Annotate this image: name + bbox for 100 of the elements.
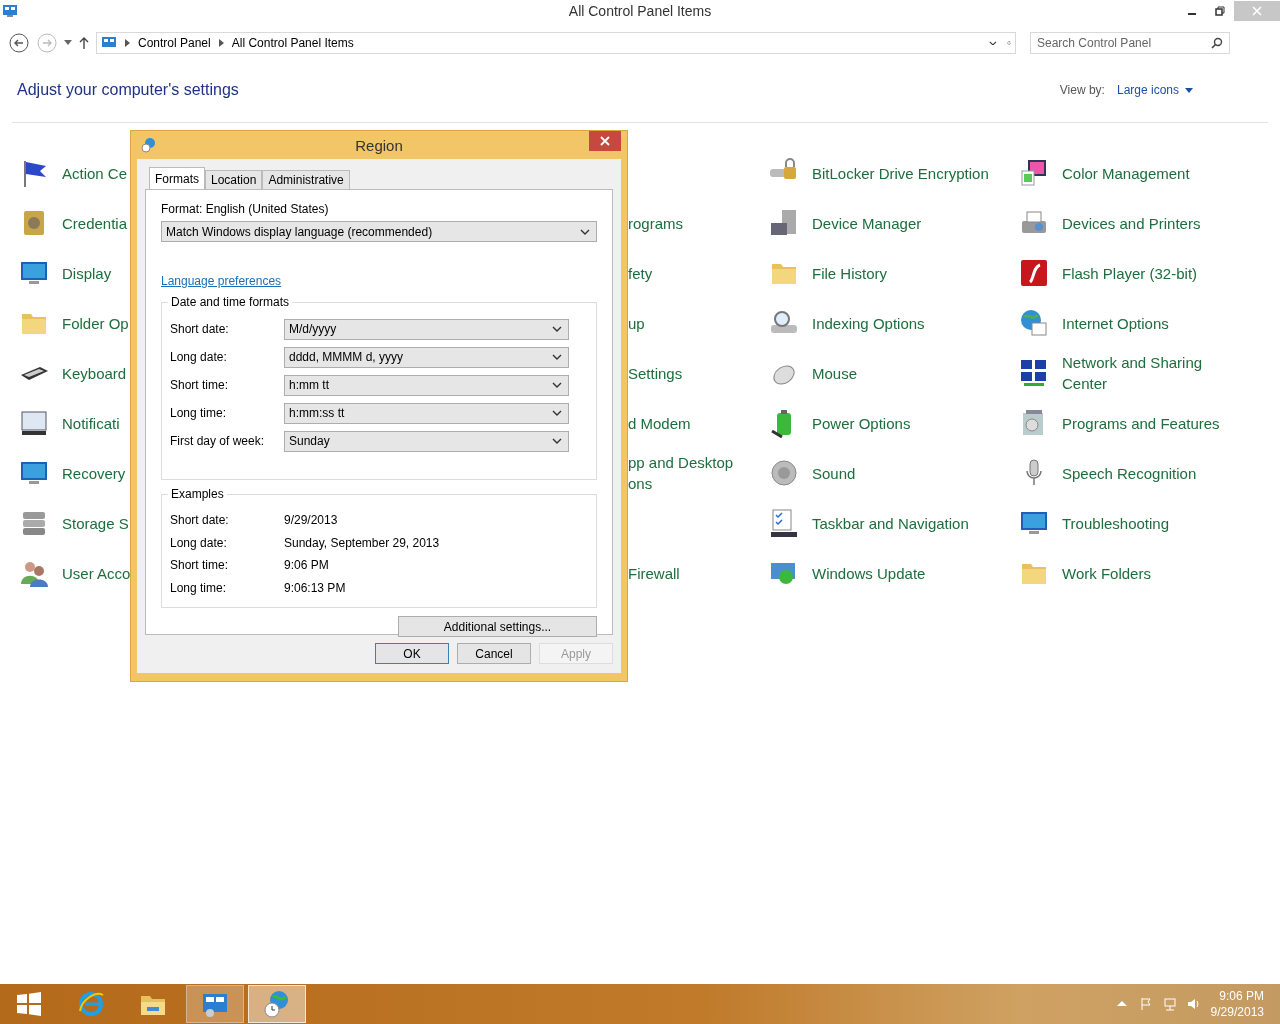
format-dropdown[interactable]: Sunday bbox=[284, 430, 569, 452]
breadcrumb-item[interactable]: All Control Panel Items bbox=[231, 36, 354, 50]
example-value: 9/29/2013 bbox=[284, 513, 338, 528]
browser-e-icon bbox=[76, 989, 106, 1019]
close-icon bbox=[600, 136, 610, 146]
settings-link[interactable]: Indexing Options bbox=[812, 312, 925, 334]
window-title: All Control Panel Items bbox=[568, 3, 712, 19]
settings-link[interactable]: fety bbox=[628, 262, 653, 284]
settings-link[interactable]: d Modem bbox=[628, 412, 691, 434]
minimize-icon bbox=[1188, 13, 1196, 15]
settings-link[interactable]: Speech Recognition bbox=[1062, 462, 1197, 484]
settings-link[interactable]: BitLocker Drive Encryption bbox=[812, 162, 989, 184]
settings-link[interactable]: Work Folders bbox=[1062, 562, 1151, 584]
speaker-icon bbox=[768, 457, 800, 489]
settings-link[interactable]: Programs and Features bbox=[1062, 412, 1220, 434]
settings-link[interactable]: pp and Desktop ons bbox=[628, 452, 746, 494]
taskbar-button[interactable] bbox=[186, 985, 244, 1023]
windows-logo-icon bbox=[14, 989, 44, 1019]
view-mode-dropdown[interactable]: Large icons bbox=[1116, 83, 1193, 97]
example-value: 9:06:13 PM bbox=[284, 580, 346, 595]
search-icon bbox=[1211, 37, 1223, 49]
additional-settings-button[interactable]: Additional settings... bbox=[398, 616, 597, 637]
example-label: Long date: bbox=[170, 535, 228, 550]
settings-link[interactable]: Sound bbox=[812, 462, 856, 484]
tab[interactable]: Location bbox=[205, 170, 263, 189]
chevron-down-icon bbox=[989, 40, 997, 46]
chevron-down-icon bbox=[580, 228, 590, 235]
flash-icon bbox=[1018, 257, 1050, 289]
close-icon bbox=[1252, 6, 1262, 16]
example-label: Short time: bbox=[170, 558, 230, 573]
view-by-label: View by: bbox=[1059, 83, 1105, 97]
settings-link[interactable]: up bbox=[628, 312, 645, 334]
settings-link[interactable]: Keyboard bbox=[62, 362, 127, 384]
volume-icon[interactable] bbox=[1186, 997, 1201, 1011]
settings-link[interactable]: Network and Sharing Center bbox=[1062, 352, 1232, 394]
settings-link[interactable]: Settings bbox=[628, 362, 683, 384]
settings-link[interactable]: Troubleshooting bbox=[1062, 512, 1169, 534]
breadcrumb-item[interactable]: Control Panel bbox=[138, 36, 211, 50]
globe-clock-icon bbox=[141, 137, 157, 153]
settings-link[interactable]: rograms bbox=[628, 212, 683, 234]
settings-link[interactable]: Action Ce bbox=[62, 162, 128, 184]
settings-link[interactable]: Display bbox=[62, 262, 112, 284]
settings-link[interactable]: Flash Player (32-bit) bbox=[1062, 262, 1198, 284]
format-label: Format: English (United States) bbox=[161, 202, 330, 216]
chevron-down-icon bbox=[552, 382, 562, 388]
example-label: Long time: bbox=[170, 580, 228, 595]
format-dropdown[interactable]: h:mm tt bbox=[284, 374, 569, 396]
settings-link[interactable]: Recovery bbox=[62, 462, 126, 484]
settings-link[interactable]: Taskbar and Navigation bbox=[812, 512, 969, 534]
chevron-down-icon bbox=[552, 438, 562, 444]
field-label: First day of week: bbox=[170, 434, 266, 448]
settings-link[interactable]: Storage S bbox=[62, 512, 129, 534]
group-title: Date and time formats bbox=[168, 295, 293, 309]
close-button[interactable] bbox=[589, 131, 621, 151]
settings-link[interactable]: File History bbox=[812, 262, 887, 284]
settings-link[interactable]: Credentia bbox=[62, 212, 128, 234]
caret-icon bbox=[1185, 87, 1193, 93]
dialog-title: Region bbox=[355, 136, 403, 154]
example-value: 9:06 PM bbox=[284, 558, 329, 573]
format-dropdown[interactable]: h:mm:ss tt bbox=[284, 402, 569, 424]
up-arrow-icon[interactable] bbox=[78, 36, 90, 50]
settings-link[interactable]: Internet Options bbox=[1062, 312, 1169, 334]
back-button[interactable] bbox=[8, 32, 30, 54]
format-dropdown[interactable]: M/d/yyyy bbox=[284, 318, 569, 340]
field-label: Long time: bbox=[170, 406, 228, 420]
settings-link[interactable]: Notificati bbox=[62, 412, 120, 434]
flag-icon[interactable] bbox=[1138, 997, 1153, 1011]
search-field[interactable]: Search Control Panel bbox=[1030, 32, 1230, 54]
settings-link[interactable]: User Acco bbox=[62, 562, 131, 584]
field-label: Long date: bbox=[170, 350, 228, 364]
checklist-icon bbox=[768, 507, 800, 539]
settings-link[interactable]: Folder Op bbox=[62, 312, 129, 334]
format-dropdown[interactable]: dddd, MMMM d, yyyy bbox=[284, 346, 569, 368]
network-icon[interactable] bbox=[1162, 997, 1177, 1011]
chevron-down-icon bbox=[552, 410, 562, 416]
settings-link[interactable]: Power Options bbox=[812, 412, 911, 434]
dialog-button[interactable]: Cancel bbox=[457, 643, 531, 664]
settings-link[interactable]: Firewall bbox=[628, 562, 680, 584]
tab[interactable]: Formats bbox=[149, 167, 205, 189]
dropdown-arrow-icon[interactable] bbox=[64, 40, 72, 46]
format-dropdown[interactable]: Match Windows display language (recommended) bbox=[161, 221, 597, 242]
globe-icon bbox=[1018, 307, 1050, 339]
chevron-down-icon bbox=[552, 354, 562, 360]
settings-link[interactable]: Mouse bbox=[812, 362, 858, 384]
field-label: Short date: bbox=[170, 322, 230, 336]
field-label: Short time: bbox=[170, 378, 230, 392]
settings-link[interactable]: Color Management bbox=[1062, 162, 1190, 184]
settings-link[interactable]: Devices and Printers bbox=[1062, 212, 1201, 234]
address-bar[interactable]: Control Panel All Control Panel Items bbox=[96, 32, 1016, 54]
taskbar-button[interactable] bbox=[248, 985, 306, 1023]
tab[interactable]: Administrative bbox=[262, 170, 350, 189]
example-label: Short date: bbox=[170, 513, 230, 528]
language-preferences-link[interactable]: Language preferences bbox=[161, 274, 282, 288]
settings-link[interactable]: Windows Update bbox=[812, 562, 926, 584]
dialog-button[interactable]: OK bbox=[375, 643, 449, 664]
breadcrumb-arrow-icon bbox=[125, 39, 130, 47]
forward-button[interactable] bbox=[36, 32, 58, 54]
settings-link[interactable]: Device Manager bbox=[812, 212, 922, 234]
chevron-down-icon bbox=[552, 326, 562, 332]
breadcrumb-arrow-icon bbox=[218, 39, 224, 47]
